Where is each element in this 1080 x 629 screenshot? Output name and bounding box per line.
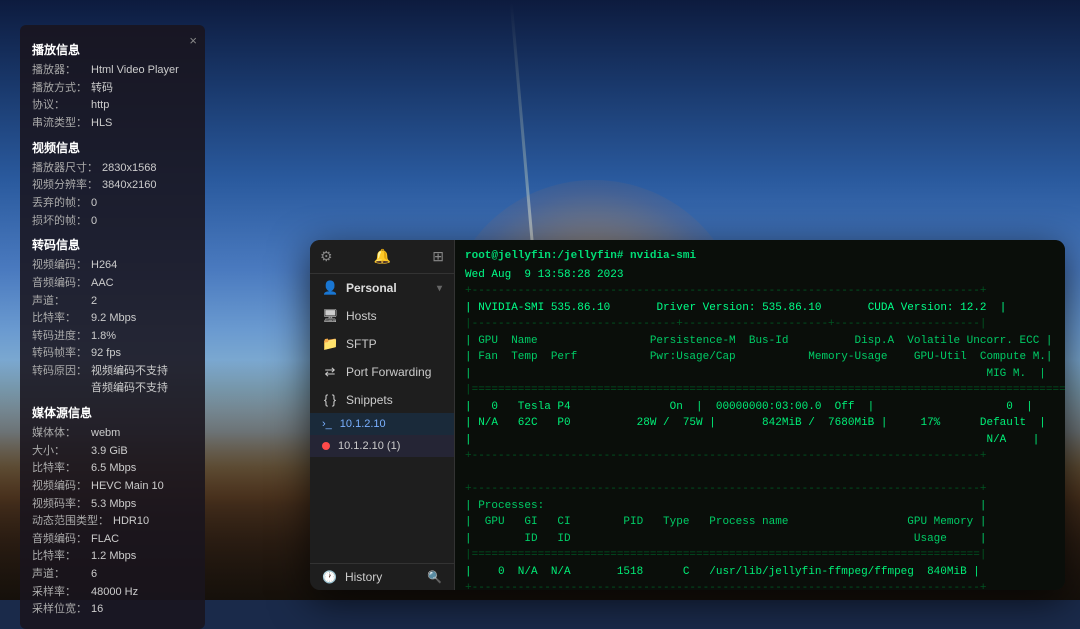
term-sep3: |=======================================… [465, 382, 1055, 399]
sidebar-item-personal[interactable]: 👤 Personal ▾ [310, 274, 454, 302]
sidebar-history[interactable]: 🕐 History 🔍 [310, 563, 454, 590]
info-row-src-channels: 声道： 6 [32, 566, 193, 584]
term-col-header3: | MIG M. | [465, 366, 1055, 383]
info-panel: × 播放信息 播放器： Html Video Player 播放方式： 转码 协… [20, 25, 205, 629]
info-row-playmode: 播放方式： 转码 [32, 80, 193, 98]
info-row-protocol: 协议： http [32, 97, 193, 115]
term-col-header1: | GPU Name Persistence-M Bus-Id Disp.A V… [465, 333, 1055, 350]
section-transcode-title: 转码信息 [32, 236, 193, 255]
term-gpu-row3: | N/A | [465, 432, 1055, 449]
info-row-progress: 转码进度： 1.8% [32, 328, 193, 346]
term-gpu-row2: | N/A 62C P0 28W / 75W | 842MiB / 7680Mi… [465, 415, 1055, 432]
sidebar-connection-1[interactable]: ›_ 10.1.2.10 [310, 413, 454, 435]
info-row-player-size: 播放器尺寸： 2830x1568 [32, 160, 193, 178]
sidebar-item-snippets[interactable]: { } Snippets [310, 386, 454, 413]
close-button[interactable]: × [189, 31, 197, 52]
info-row-fps: 转码帧率： 92 fps [32, 345, 193, 363]
info-row-reason: 转码原因： 视频编码不支持 [32, 363, 193, 381]
snippets-icon: { } [322, 392, 338, 407]
info-row-reason2: 音频编码不支持 [32, 380, 193, 398]
conn-dot-red [322, 442, 330, 450]
info-row-src-bitrate: 比特率： 6.5 Mbps [32, 460, 193, 478]
sidebar: ⚙ 🔔 ⊞ 👤 Personal ▾ 🖥 Hosts 📁 SFTP ⇄ Port… [310, 240, 455, 590]
bell-icon[interactable]: 🔔 [374, 248, 391, 265]
info-row-dropped: 丢弃的帧： 0 [32, 195, 193, 213]
sidebar-history-label: History [345, 570, 382, 584]
info-row-resolution: 视频分辨率： 3840x2160 [32, 177, 193, 195]
info-row-src-vbitrate: 视频码率： 5.3 Mbps [32, 496, 193, 514]
sidebar-item-hosts[interactable]: 🖥 Hosts [310, 302, 454, 330]
info-row-acodec: 音频编码： AAC [32, 275, 193, 293]
info-row-vcodec: 视频编码： H264 [32, 257, 193, 275]
person-icon: 👤 [322, 280, 338, 296]
sidebar-item-port-forwarding[interactable]: ⇄ Port Forwarding [310, 358, 454, 386]
sidebar-snippets-label: Snippets [346, 393, 393, 407]
info-row-stream: 串流类型： HLS [32, 115, 193, 133]
section-video-title: 视频信息 [32, 139, 193, 158]
sidebar-item-sftp[interactable]: 📁 SFTP [310, 330, 454, 358]
info-row-src-vcodec: 视频编码： HEVC Main 10 [32, 478, 193, 496]
terminal-output[interactable]: root@jellyfin:/jellyfin# nvidia-smi Wed … [455, 240, 1065, 590]
term-prompt-line: root@jellyfin:/jellyfin# nvidia-smi [465, 248, 1055, 265]
term-blank [465, 465, 1055, 482]
term-sep5: +---------------------------------------… [465, 481, 1055, 498]
info-row-container: 媒体体： webm [32, 425, 193, 443]
sidebar-hosts-label: Hosts [346, 309, 377, 323]
term-proc-header1: | GPU GI CI PID Type Process name GPU Me… [465, 514, 1055, 531]
term-timestamp: Wed Aug 9 13:58:28 2023 [465, 267, 1055, 284]
section-playback-title: 播放信息 [32, 41, 193, 60]
info-row-corrupt: 损坏的帧： 0 [32, 213, 193, 231]
info-row-samplerate: 采样率： 48000 Hz [32, 584, 193, 602]
info-row-src-acodec: 音频编码： FLAC [32, 531, 193, 549]
sidebar-personal-label: Personal [346, 281, 397, 295]
gear-icon[interactable]: ⚙ [320, 248, 333, 265]
info-row-size: 大小： 3.9 GiB [32, 443, 193, 461]
history-icon: 🕐 [322, 570, 337, 584]
term-gpu-row1: | 0 Tesla P4 On | 00000000:03:00.0 Off |… [465, 399, 1055, 416]
info-row-hdr: 动态范围类型： HDR10 [32, 513, 193, 531]
chevron-down-icon: ▾ [437, 283, 442, 294]
term-sep6: |=======================================… [465, 547, 1055, 564]
window-icon[interactable]: ⊞ [432, 248, 444, 265]
arrow-icon: ⇄ [322, 364, 338, 380]
info-row-src-abitrate: 比特率： 1.2 Mbps [32, 548, 193, 566]
info-row-bitrate: 比特率： 9.2 Mbps [32, 310, 193, 328]
info-row-channels: 声道： 2 [32, 293, 193, 311]
terminal-app-window: ⚙ 🔔 ⊞ 👤 Personal ▾ 🖥 Hosts 📁 SFTP ⇄ Port… [310, 240, 1065, 590]
term-sep4: +---------------------------------------… [465, 448, 1055, 465]
sidebar-sftp-label: SFTP [346, 337, 377, 351]
info-row-bitdepth: 采样位宽： 16 [32, 601, 193, 619]
info-row-player: 播放器： Html Video Player [32, 62, 193, 80]
sidebar-conn1-label: 10.1.2.10 [340, 418, 386, 430]
hosts-icon: 🖥 [322, 308, 338, 324]
sidebar-connection-2[interactable]: 10.1.2.10 (1) [310, 435, 454, 457]
term-sep1: +---------------------------------------… [465, 283, 1055, 300]
term-col-header2: | Fan Temp Perf Pwr:Usage/Cap Memory-Usa… [465, 349, 1055, 366]
terminal-icon: ›_ [322, 418, 332, 430]
term-proc-row: | 0 N/A N/A 1518 C /usr/lib/jellyfin-ffm… [465, 564, 1055, 581]
sidebar-conn2-label: 10.1.2.10 (1) [338, 440, 400, 452]
section-media-title: 媒体源信息 [32, 404, 193, 423]
sidebar-header: ⚙ 🔔 ⊞ [310, 240, 454, 274]
term-sep2: |-------------------------------+-------… [465, 316, 1055, 333]
term-proc-header2: | ID ID Usage | [465, 531, 1055, 548]
term-smi-line: | NVIDIA-SMI 535.86.10 Driver Version: 5… [465, 300, 1055, 317]
folder-icon: 📁 [322, 336, 338, 352]
sidebar-portfwd-label: Port Forwarding [346, 365, 431, 379]
term-proc-title: | Processes: | [465, 498, 1055, 515]
term-sep7: +---------------------------------------… [465, 580, 1055, 590]
search-icon[interactable]: 🔍 [427, 570, 442, 584]
